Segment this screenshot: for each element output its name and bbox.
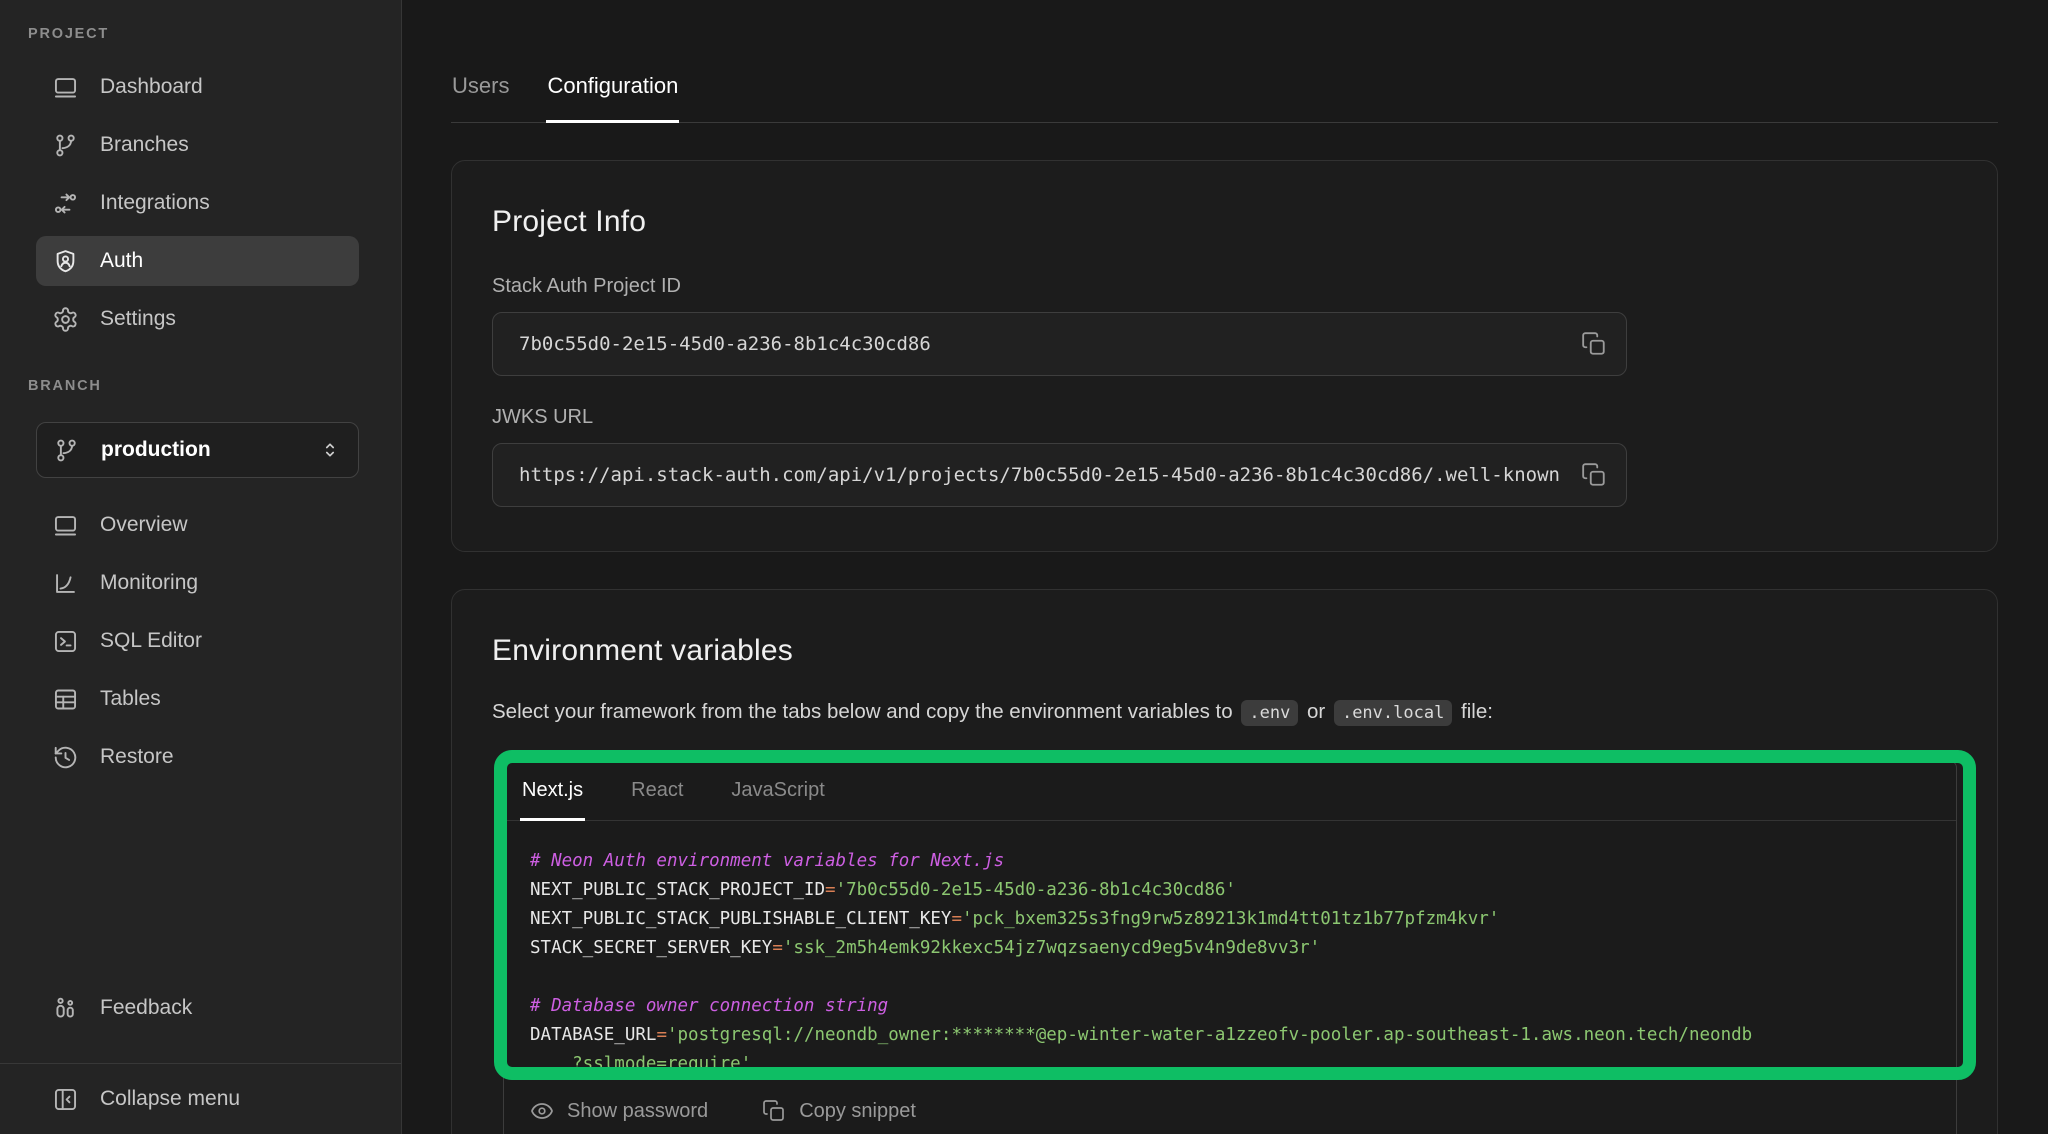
sidebar-item-settings[interactable]: Settings — [36, 294, 359, 344]
sidebar-item-branches[interactable]: Branches — [36, 120, 359, 170]
users-icon — [52, 995, 79, 1022]
sidebar-item-label: SQL Editor — [100, 629, 202, 653]
env-vars-card: Environment variables Select your framew… — [451, 589, 1998, 1134]
sidebar-item-sql-editor[interactable]: SQL Editor — [36, 616, 359, 666]
framework-tabs: Next.js React JavaScript — [504, 761, 1956, 821]
branch-nav: Overview Monitoring SQL Editor Tables Re… — [0, 500, 401, 790]
jwks-url-label: JWKS URL — [492, 406, 1961, 429]
sidebar-item-label: Auth — [100, 249, 143, 273]
chevron-up-down-icon — [318, 438, 342, 462]
show-password-label: Show password — [567, 1100, 708, 1123]
jwks-url-field[interactable]: https://api.stack-auth.com/api/v1/projec… — [492, 443, 1627, 507]
gear-icon — [52, 306, 79, 333]
chart-curve-icon — [52, 570, 79, 597]
sidebar-item-integrations[interactable]: Integrations — [36, 178, 359, 228]
copy-snippet-label: Copy snippet — [799, 1100, 916, 1123]
copy-icon — [762, 1099, 786, 1123]
window-icon — [52, 512, 79, 539]
sidebar-item-label: Monitoring — [100, 571, 198, 595]
history-icon — [52, 744, 79, 771]
project-id-field[interactable]: 7b0c55d0-2e15-45d0-a236-8b1c4c30cd86 — [492, 312, 1627, 376]
branch-selector-value: production — [101, 438, 211, 462]
sidebar: PROJECT Dashboard Branches Integrations … — [0, 0, 402, 1134]
env-file-badge: .env — [1241, 700, 1298, 726]
collapse-menu-button[interactable]: Collapse menu — [0, 1063, 401, 1134]
tab-nextjs[interactable]: Next.js — [520, 761, 585, 820]
description-suffix: file: — [1461, 700, 1493, 723]
tab-javascript[interactable]: JavaScript — [729, 761, 826, 820]
copy-icon — [1581, 462, 1607, 488]
copy-icon — [1581, 331, 1607, 357]
git-branch-icon — [52, 132, 79, 159]
sidebar-spacer — [0, 790, 401, 983]
table-icon — [52, 686, 79, 713]
code-snippet-panel: Next.js React JavaScript # Neon Auth env… — [503, 760, 1957, 1134]
sidebar-item-label: Feedback — [100, 996, 192, 1020]
show-password-button[interactable]: Show password — [530, 1099, 708, 1123]
copy-project-id-button[interactable] — [1572, 322, 1616, 366]
window-icon — [52, 74, 79, 101]
main-content: Users Configuration Project Info Stack A… — [402, 72, 2048, 1134]
integrations-icon — [52, 190, 79, 217]
sidebar-item-feedback[interactable]: Feedback — [36, 983, 359, 1033]
env-vars-title: Environment variables — [492, 634, 1961, 668]
git-branch-icon — [53, 437, 80, 464]
sidebar-item-overview[interactable]: Overview — [36, 500, 359, 550]
snippet-wrapper: Next.js React JavaScript # Neon Auth env… — [492, 760, 1961, 1134]
shield-user-icon — [52, 248, 79, 275]
project-id-label: Stack Auth Project ID — [492, 275, 1961, 298]
sidebar-item-label: Overview — [100, 513, 188, 537]
sidebar-item-label: Integrations — [100, 191, 210, 215]
env-local-file-badge: .env.local — [1334, 700, 1452, 726]
description-prefix: Select your framework from the tabs belo… — [492, 700, 1233, 723]
sidebar-item-dashboard[interactable]: Dashboard — [36, 62, 359, 112]
snippet-actions: Show password Copy snippet — [504, 1091, 1956, 1134]
tab-react[interactable]: React — [629, 761, 685, 820]
branch-selector[interactable]: production — [36, 422, 359, 478]
copy-jwks-url-button[interactable] — [1572, 453, 1616, 497]
env-vars-description: Select your framework from the tabs belo… — [492, 698, 1961, 727]
sidebar-item-label: Branches — [100, 133, 189, 157]
sidebar-item-auth[interactable]: Auth — [36, 236, 359, 286]
project-nav: Dashboard Branches Integrations Auth Set… — [0, 62, 401, 352]
sidebar-item-label: Tables — [100, 687, 161, 711]
sidebar-item-label: Dashboard — [100, 75, 203, 99]
branch-section-label: BRANCH — [28, 378, 401, 394]
sidebar-item-monitoring[interactable]: Monitoring — [36, 558, 359, 608]
jwks-url-value: https://api.stack-auth.com/api/v1/projec… — [519, 464, 1572, 486]
sidebar-item-restore[interactable]: Restore — [36, 732, 359, 782]
sidebar-item-label: Restore — [100, 745, 174, 769]
code-snippet: # Neon Auth environment variables for Ne… — [504, 821, 1956, 1091]
collapse-menu-label: Collapse menu — [100, 1087, 240, 1111]
panel-collapse-icon — [52, 1086, 79, 1113]
terminal-square-icon — [52, 628, 79, 655]
tab-users[interactable]: Users — [451, 72, 510, 122]
sidebar-item-tables[interactable]: Tables — [36, 674, 359, 724]
copy-snippet-button[interactable]: Copy snippet — [762, 1099, 916, 1123]
project-id-value: 7b0c55d0-2e15-45d0-a236-8b1c4c30cd86 — [519, 333, 1572, 355]
eye-icon — [530, 1099, 554, 1123]
project-info-title: Project Info — [492, 205, 1961, 239]
project-info-card: Project Info Stack Auth Project ID 7b0c5… — [451, 160, 1998, 552]
sidebar-item-label: Settings — [100, 307, 176, 331]
tab-configuration[interactable]: Configuration — [546, 72, 679, 122]
description-middle: or — [1307, 700, 1325, 723]
project-section-label: PROJECT — [28, 26, 401, 42]
page-tabs: Users Configuration — [451, 72, 1998, 123]
